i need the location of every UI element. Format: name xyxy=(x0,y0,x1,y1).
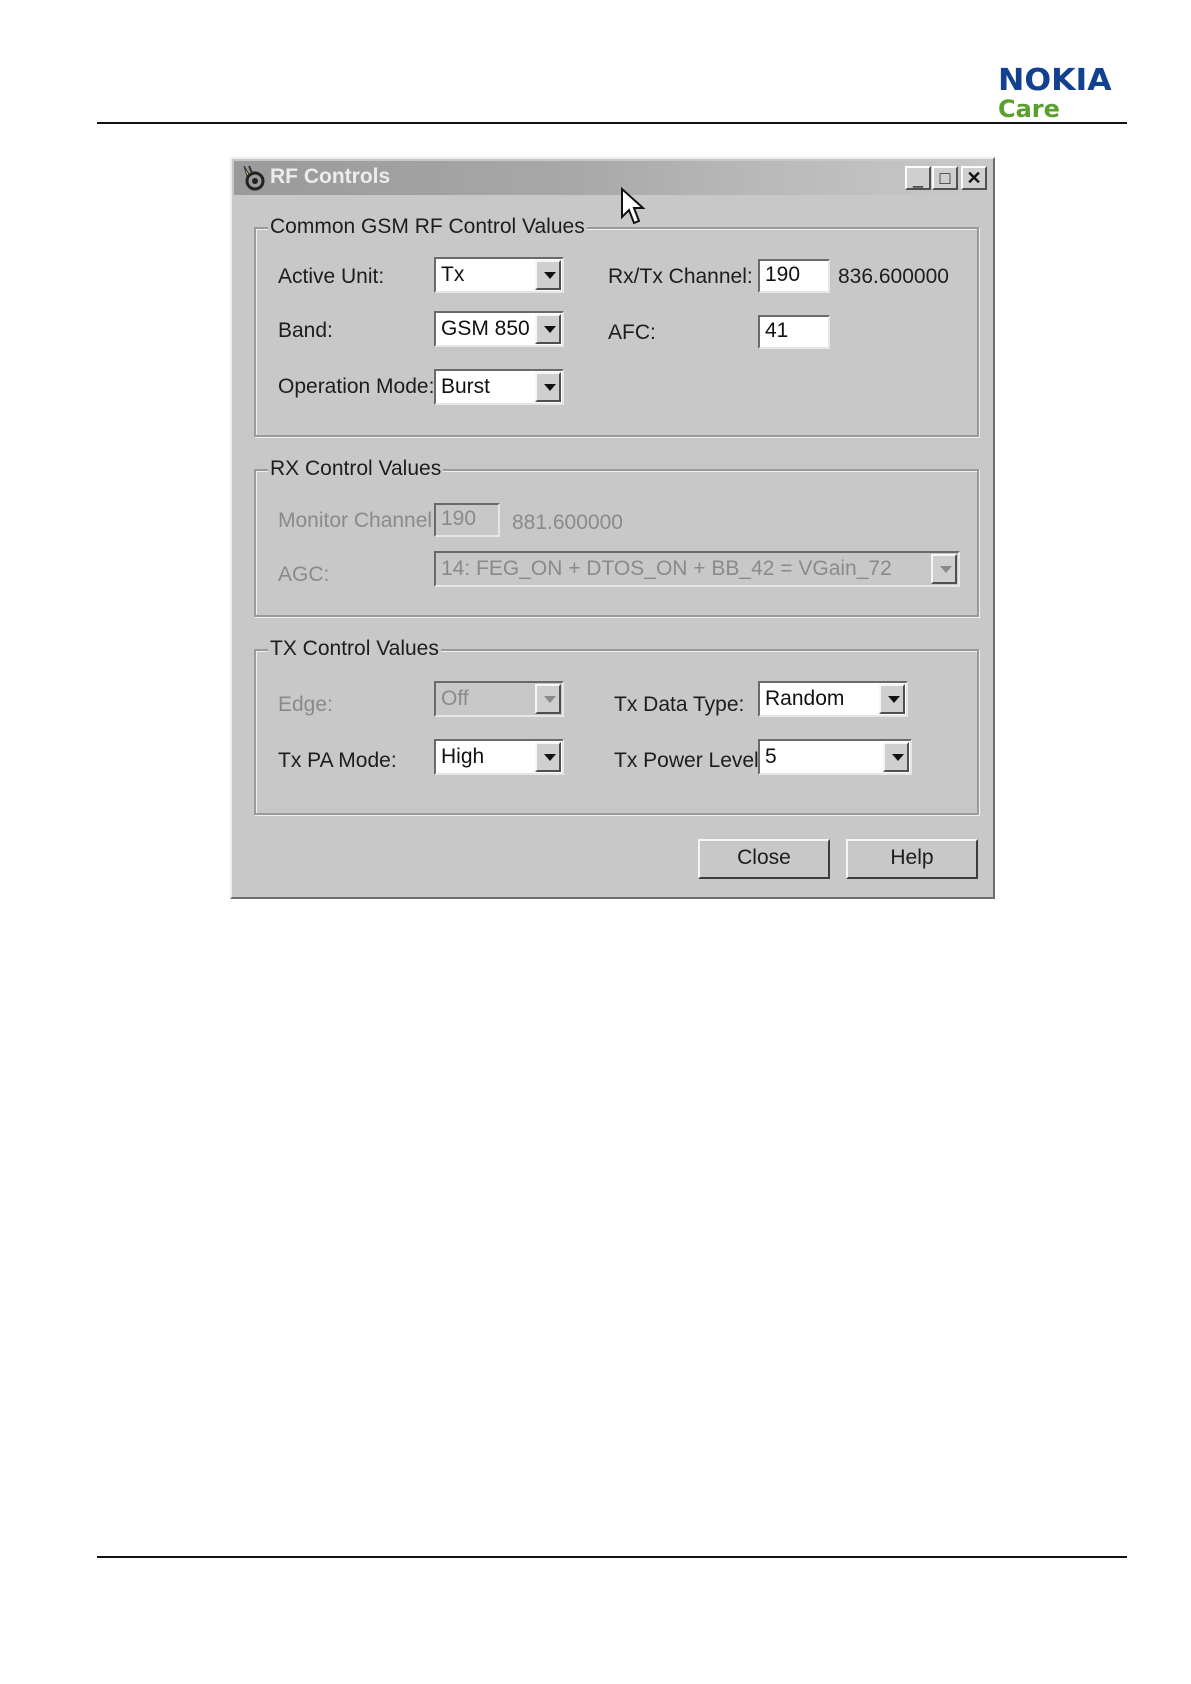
rx-tx-frequency: 836.600000 xyxy=(838,265,949,288)
rx-tx-channel-input[interactable]: 190 xyxy=(758,259,830,293)
band-select[interactable]: GSM 850 xyxy=(434,311,564,347)
tx-power-level-select[interactable]: 5 xyxy=(758,739,912,775)
band-value: GSM 850 xyxy=(441,317,530,340)
afc-label: AFC: xyxy=(608,321,656,344)
tx-data-type-label: Tx Data Type: xyxy=(614,693,745,716)
title-bar[interactable]: RF Controls _ □ ✕ xyxy=(234,161,991,195)
agc-select[interactable]: 14: FEG_ON + DTOS_ON + BB_42 = VGain_72 xyxy=(434,551,960,587)
monitor-channel-input[interactable]: 190 xyxy=(434,503,500,537)
logo-brand: NOKIA xyxy=(998,63,1112,98)
app-tools-icon xyxy=(243,165,265,191)
rf-controls-window: RF Controls _ □ ✕ Common GSM RF Control … xyxy=(230,157,995,899)
tx-power-level-value: 5 xyxy=(765,745,777,768)
afc-input[interactable]: 41 xyxy=(758,315,830,349)
operation-mode-label: Operation Mode: xyxy=(278,375,435,398)
logo-sub: Care xyxy=(998,95,1060,123)
nokia-care-logo: NOKIA Care xyxy=(998,66,1126,123)
chevron-down-icon[interactable] xyxy=(535,314,561,344)
edge-label: Edge: xyxy=(278,693,333,716)
footer-rule xyxy=(97,1556,1127,1558)
help-button[interactable]: Help xyxy=(846,839,978,879)
common-gsm-group: Common GSM RF Control Values Active Unit… xyxy=(254,215,979,437)
chevron-down-icon[interactable] xyxy=(931,554,957,584)
chevron-down-icon[interactable] xyxy=(535,260,561,290)
active-unit-value: Tx xyxy=(441,263,465,286)
monitor-frequency: 881.600000 xyxy=(512,511,623,534)
monitor-channel-label: Monitor Channel: xyxy=(278,509,438,532)
tx-power-level-label: Tx Power Level: xyxy=(614,749,765,772)
tx-control-group: TX Control Values Edge: Off Tx PA Mode: … xyxy=(254,637,979,815)
mouse-pointer-icon xyxy=(621,187,646,225)
common-gsm-legend: Common GSM RF Control Values xyxy=(268,215,587,239)
rx-tx-channel-label: Rx/Tx Channel: xyxy=(608,265,753,288)
minimize-button[interactable]: _ xyxy=(905,166,931,190)
chevron-down-icon[interactable] xyxy=(879,684,905,714)
tx-data-type-value: Random xyxy=(765,687,845,710)
window-title: RF Controls xyxy=(270,165,391,188)
maximize-button[interactable]: □ xyxy=(932,166,958,190)
close-window-button[interactable]: ✕ xyxy=(961,166,987,190)
chevron-down-icon[interactable] xyxy=(535,684,561,714)
rx-control-group: RX Control Values Monitor Channel: 190 8… xyxy=(254,457,979,617)
rx-control-legend: RX Control Values xyxy=(268,457,444,481)
tx-control-legend: TX Control Values xyxy=(268,637,441,661)
tx-pa-mode-select[interactable]: High xyxy=(434,739,564,775)
active-unit-select[interactable]: Tx xyxy=(434,257,564,293)
agc-label: AGC: xyxy=(278,563,330,586)
operation-mode-select[interactable]: Burst xyxy=(434,369,564,405)
chevron-down-icon[interactable] xyxy=(883,742,909,772)
tx-pa-mode-label: Tx PA Mode: xyxy=(278,749,397,772)
tx-pa-mode-value: High xyxy=(441,745,485,768)
active-unit-label: Active Unit: xyxy=(278,265,385,288)
band-label: Band: xyxy=(278,319,333,342)
close-button[interactable]: Close xyxy=(698,839,830,879)
header-rule xyxy=(97,122,1127,124)
chevron-down-icon[interactable] xyxy=(535,742,561,772)
chevron-down-icon[interactable] xyxy=(535,372,561,402)
agc-value: 14: FEG_ON + DTOS_ON + BB_42 = VGain_72 xyxy=(441,557,892,580)
tx-data-type-select[interactable]: Random xyxy=(758,681,908,717)
edge-value: Off xyxy=(441,687,469,710)
operation-mode-value: Burst xyxy=(441,375,491,398)
edge-select[interactable]: Off xyxy=(434,681,564,717)
